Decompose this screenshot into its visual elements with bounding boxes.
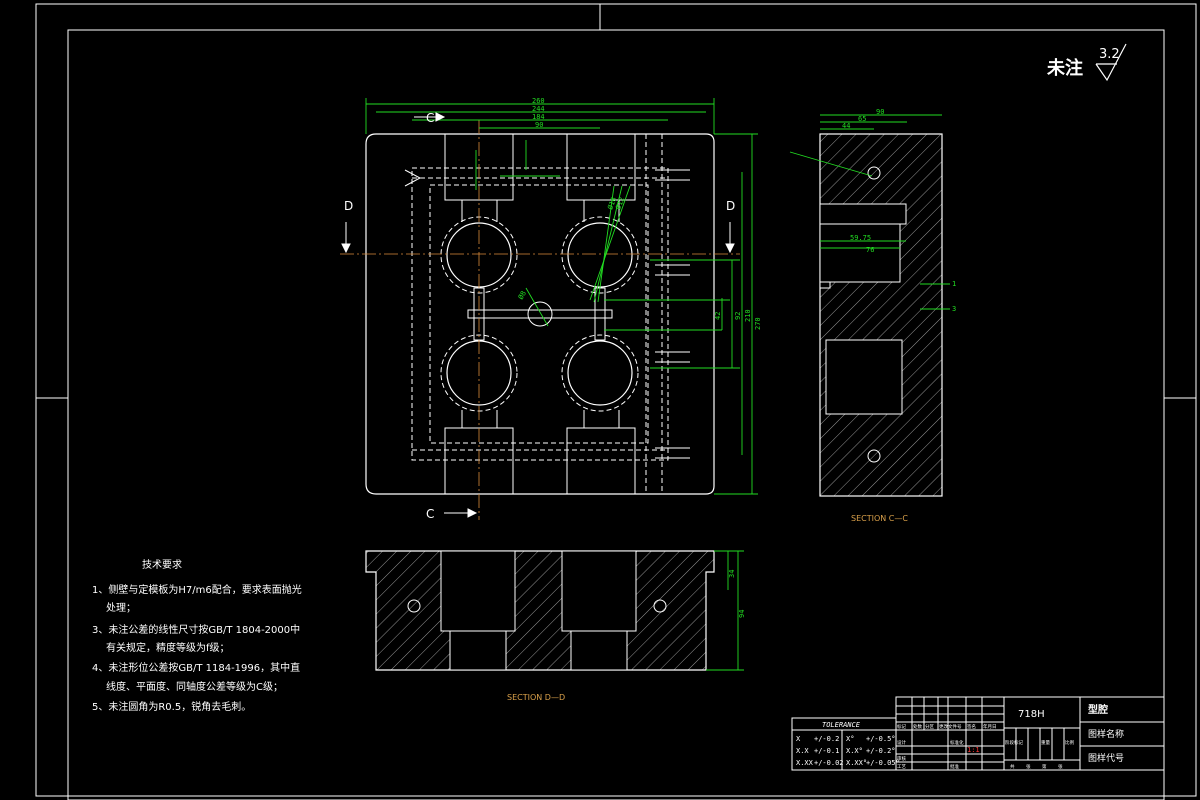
tol-r2-c1: X.X xyxy=(796,747,809,755)
cad-drawing: 未注 3.2 260 244 184 90 270 210 92 42 Ø16 … xyxy=(35,3,1197,800)
tolerance-title: TOLERANCE xyxy=(822,721,861,729)
tb-zone: 分区 xyxy=(925,723,934,730)
cut-c-bottom: C xyxy=(426,507,434,521)
tol-r3-c4: +/-0.05° xyxy=(866,759,900,767)
roughness-value: 3.2 xyxy=(1099,47,1120,62)
tb-standard: 标准化 xyxy=(950,739,964,746)
tb-ratio: 比例 xyxy=(1065,739,1074,746)
tb-material: 718H xyxy=(1018,709,1045,720)
dim-side-44: 44 xyxy=(842,122,850,130)
dim-side-5975: 59.75 xyxy=(850,234,871,242)
dim-184: 184 xyxy=(532,113,545,121)
dim-244: 244 xyxy=(532,105,545,113)
tb-date: 年月日 xyxy=(983,723,997,730)
tb-change-doc: 更改文件号 xyxy=(939,723,962,730)
tb-sheet-total: 共 xyxy=(1010,763,1015,770)
tb-sign: 签名 xyxy=(967,723,976,730)
section-c-label: SECTION C—C xyxy=(851,514,908,523)
dim-90: 90 xyxy=(535,121,543,129)
tol-r1-c2: +/-0.2 xyxy=(814,735,839,743)
roughness-label: 未注 xyxy=(1047,57,1083,79)
cut-d-right: D xyxy=(726,199,735,213)
dim-210: 210 xyxy=(744,309,752,322)
dim-dd-94: 94 xyxy=(738,610,746,618)
tol-r1-c4: +/-0.5° xyxy=(866,735,896,743)
tb-code-label: 图样代号 xyxy=(1088,752,1124,764)
section-d-label: SECTION D—D xyxy=(507,693,565,702)
dim-side-3: 3 xyxy=(952,305,956,313)
tb-sheet-unit-b: 张 xyxy=(1058,763,1063,770)
tol-r2-c3: X.X° xyxy=(846,747,863,755)
tolerance-table: TOLERANCE X +/-0.2 X° +/-0.5° X.X +/-0.1… xyxy=(791,717,900,771)
note-line-7: 5、未注圆角为R0.5，锐角去毛刺。 xyxy=(92,700,251,713)
cut-c-top: C xyxy=(426,111,434,125)
dim-side-1: 1 xyxy=(952,280,956,288)
tb-sheet-unit-a: 张 xyxy=(1026,763,1031,770)
tb-review: 审核 xyxy=(897,755,906,762)
sheet-frame xyxy=(35,3,1197,800)
tb-scale: 1:1 xyxy=(967,746,980,754)
note-line-4: 有关规定，精度等级为f级； xyxy=(106,641,230,654)
tol-r3-c3: X.XX° xyxy=(846,759,867,767)
tol-r2-c2: +/-0.1 xyxy=(814,747,839,755)
dim-92: 92 xyxy=(734,312,742,320)
note-line-1: 1、侧壁与定模板为H7/m6配合，要求表面抛光 xyxy=(92,583,302,596)
tb-sheet-num: 第 xyxy=(1042,763,1047,770)
technical-notes: 技术要求 1、侧壁与定模板为H7/m6配合，要求表面抛光 处理； 3、未注公差的… xyxy=(92,558,302,713)
tb-weight: 重量 xyxy=(1041,739,1050,746)
dim-side-76: 76 xyxy=(866,246,874,254)
tb-count: 处数 xyxy=(913,723,922,730)
note-line-2: 处理； xyxy=(106,602,136,614)
title-block: 标记 处数 分区 更改文件号 签名 年月日 设计 审核 工艺 标准化 批准 阶段… xyxy=(895,696,1165,771)
tb-stage: 阶段标记 xyxy=(1005,739,1023,746)
tol-r1-c3: X° xyxy=(846,735,854,743)
tol-r1-c1: X xyxy=(796,735,801,743)
tol-r3-c2: +/-0.02 xyxy=(814,759,844,767)
section-d-view: 94 34 SECTION D—D xyxy=(365,550,746,702)
dim-side-65: 65 xyxy=(858,115,866,123)
dim-270: 270 xyxy=(754,317,762,330)
main-view: 260 244 184 90 270 210 92 42 Ø16 Ø12 Ø8 … xyxy=(340,97,762,521)
note-line-3: 3、未注公差的线性尺寸按GB/T 1804-2000中 xyxy=(92,623,300,636)
tb-name-label: 图样名称 xyxy=(1088,728,1124,740)
tb-approve: 批准 xyxy=(950,763,959,770)
roughness-symbol: 未注 3.2 xyxy=(1047,43,1127,82)
tb-process: 工艺 xyxy=(897,764,906,770)
note-line-6: 线度、平面度、同轴度公差等级为C级； xyxy=(106,680,283,693)
tb-part-name: 型腔 xyxy=(1088,703,1108,716)
dim-260: 260 xyxy=(532,97,545,105)
note-line-5: 4、未注形位公差按GB/T 1184-1996，其中直 xyxy=(92,661,300,674)
dim-dia-8: Ø8 xyxy=(517,290,528,301)
dim-42: 42 xyxy=(714,312,722,320)
section-c-view: 90 65 44 59.75 76 1 3 SECTION C—C xyxy=(789,108,956,523)
tb-mark: 标记 xyxy=(897,723,906,730)
cut-d-left: D xyxy=(344,199,353,213)
tol-r2-c4: +/-0.2° xyxy=(866,747,896,755)
tol-r3-c1: X.XX xyxy=(796,759,814,767)
notes-title: 技术要求 xyxy=(142,558,182,571)
tb-design: 设计 xyxy=(897,739,906,746)
dim-dd-34: 34 xyxy=(728,570,736,578)
dim-side-90: 90 xyxy=(876,108,884,116)
